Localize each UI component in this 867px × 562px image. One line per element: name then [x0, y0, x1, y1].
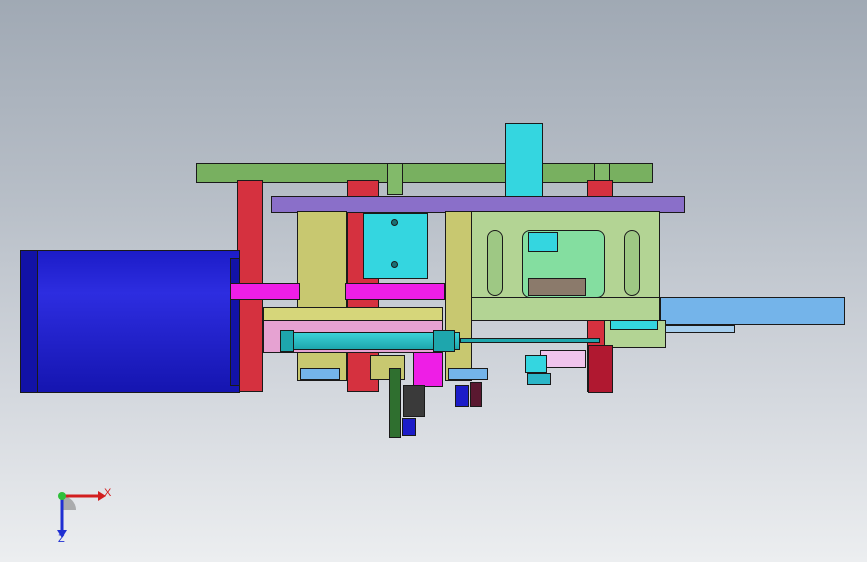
dark-red-small[interactable] [470, 382, 482, 407]
z-axis-label: Z [58, 533, 65, 545]
servo-motor-body[interactable] [20, 250, 240, 393]
dark-grey-block[interactable] [403, 385, 425, 417]
slide-bar[interactable] [660, 297, 845, 325]
yellow-plate-right[interactable] [445, 211, 472, 381]
mechanical-assembly-model[interactable] [0, 0, 867, 562]
bracket-lower-plate[interactable] [470, 297, 660, 321]
cylinder-screw-top [391, 219, 398, 226]
slide-bar-lower[interactable] [660, 325, 735, 333]
dark-red-block[interactable] [588, 345, 613, 393]
motor-shaft-coupling[interactable] [230, 283, 300, 300]
rod-end-left [280, 330, 294, 352]
cylinder-screw-bottom [391, 261, 398, 268]
motor-end-cap [20, 250, 38, 393]
small-cyan-fitting[interactable] [525, 355, 547, 373]
axis-triad: X Z [40, 478, 120, 548]
rod-nut-right [433, 330, 455, 352]
blue-fitting-mid[interactable] [455, 385, 469, 407]
top-frame-rail[interactable] [196, 163, 653, 183]
x-axis-label: X [104, 487, 112, 499]
frame-post-left[interactable] [387, 163, 403, 195]
yellow-lower-rail[interactable] [263, 307, 443, 321]
green-vertical-bar[interactable] [389, 368, 401, 438]
bracket-inner-cyan [528, 232, 558, 252]
motor-flange[interactable] [230, 258, 240, 386]
bracket-window-left [487, 230, 503, 296]
cyan-foot-left[interactable] [300, 368, 340, 380]
rod-thin[interactable] [460, 338, 600, 343]
yellow-plate-left[interactable] [297, 211, 347, 381]
bracket-window-right [624, 230, 640, 296]
blue-fitting-lower[interactable] [402, 418, 416, 436]
small-cyan-base[interactable] [527, 373, 551, 385]
cad-viewport[interactable]: X Z [0, 0, 867, 562]
top-cylinder-column[interactable] [505, 123, 543, 198]
cyan-foot-right[interactable] [448, 368, 488, 380]
guide-block-cyan [610, 320, 658, 330]
magenta-bar[interactable] [345, 283, 445, 300]
bracket-inner-block [528, 278, 586, 296]
magenta-lower-block[interactable] [413, 352, 443, 387]
